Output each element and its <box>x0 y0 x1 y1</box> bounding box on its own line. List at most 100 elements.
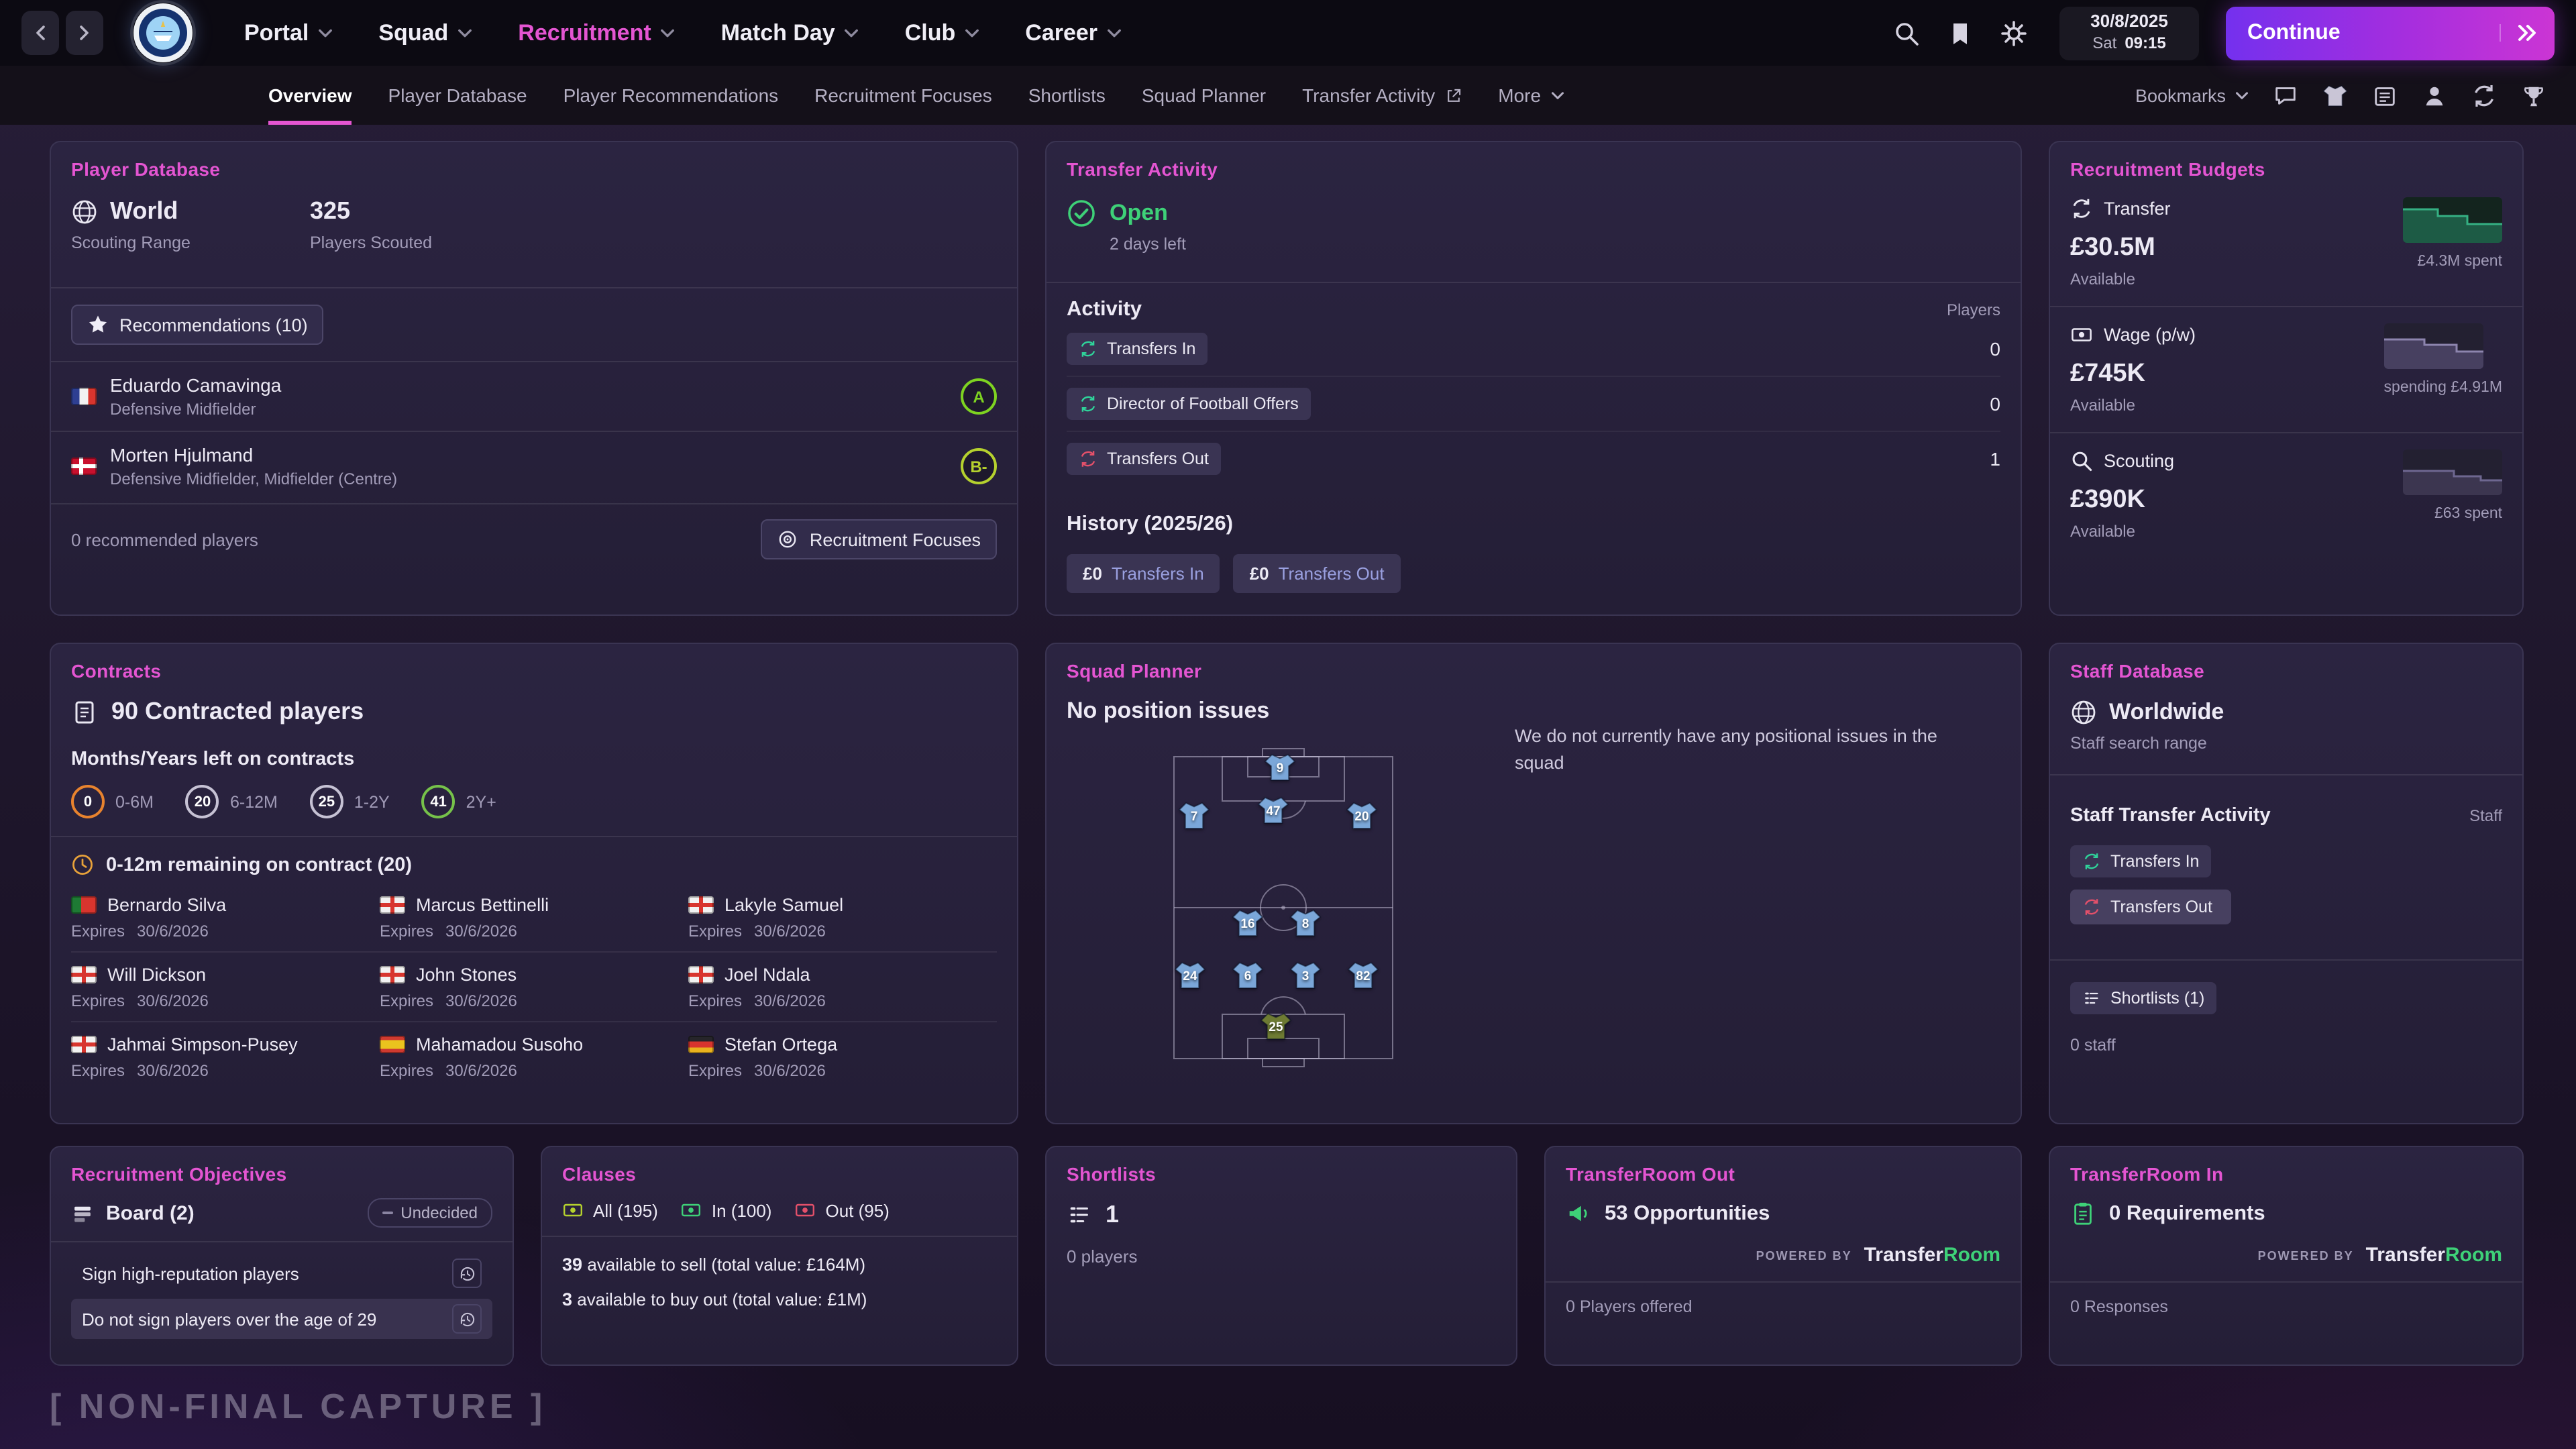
menu-squad[interactable]: Squad <box>378 19 472 46</box>
tab-overview[interactable]: Overview <box>268 66 352 125</box>
pitch-shirt[interactable]: 82 <box>1347 961 1379 990</box>
competitions-button[interactable] <box>2521 83 2546 108</box>
contract-player[interactable]: Lakyle Samuel Expires30/6/2026 <box>688 895 997 941</box>
player-name: Morten Hjulmand <box>110 444 397 466</box>
chevron-left-icon <box>34 25 46 41</box>
menu-career[interactable]: Career <box>1025 19 1122 46</box>
contract-player[interactable]: Mahamadou Susoho Expires30/6/2026 <box>380 1034 688 1080</box>
dash-icon <box>382 1212 392 1214</box>
menu-club[interactable]: Club <box>905 19 980 46</box>
clauses-filter-in[interactable]: In (100) <box>681 1199 772 1221</box>
flag-germany-icon <box>688 1036 714 1053</box>
club-badge[interactable] <box>133 3 193 63</box>
back-button[interactable] <box>21 11 59 55</box>
money-icon <box>562 1199 584 1221</box>
recruitment-focuses-button[interactable]: Recruitment Focuses <box>761 519 997 559</box>
tab-player-recommendations[interactable]: Player Recommendations <box>564 66 779 125</box>
bookmark-button[interactable] <box>1947 19 1974 46</box>
scouting-button[interactable] <box>2422 83 2447 108</box>
squad-button[interactable] <box>2322 83 2348 108</box>
pitch-shirt[interactable]: 47 <box>1257 796 1289 825</box>
transfers-in-button[interactable]: Transfers In <box>1067 333 1208 365</box>
contract-player[interactable]: Will Dickson Expires30/6/2026 <box>71 965 380 1010</box>
tab-more[interactable]: More <box>1498 66 1564 125</box>
dashboard: Player Database World Scouting Range 325… <box>0 125 2576 1449</box>
clauses-filter-out[interactable]: Out (95) <box>794 1199 889 1221</box>
staff-shortlists-button[interactable]: Shortlists (1) <box>2070 982 2216 1014</box>
tab-player-database[interactable]: Player Database <box>388 66 527 125</box>
bookmarks-label: Bookmarks <box>2135 85 2226 105</box>
pitch-shirt[interactable]: 3 <box>1289 961 1322 990</box>
divider <box>51 361 1017 362</box>
recruitment-budgets-title[interactable]: Recruitment Budgets <box>2070 158 2502 180</box>
transfer-activity-title[interactable]: Transfer Activity <box>1067 158 2000 180</box>
staff-transfers-in-button[interactable]: Transfers In <box>2070 845 2211 877</box>
tab-shortlists[interactable]: Shortlists <box>1028 66 1106 125</box>
pitch-shirt[interactable]: 9 <box>1264 753 1296 782</box>
pitch-shirt[interactable]: 16 <box>1232 908 1264 938</box>
contract-player[interactable]: Jahmai Simpson-Pusey Expires30/6/2026 <box>71 1034 380 1080</box>
pitch-shirt-goalkeeper[interactable]: 25 <box>1260 1012 1292 1041</box>
objective-row[interactable]: Do not sign players over the age of 29 <box>71 1299 492 1339</box>
squad-planner-title[interactable]: Squad Planner <box>1067 660 2000 682</box>
transfers-out-button[interactable]: Transfers Out <box>1067 443 1221 475</box>
contract-player[interactable]: Marcus Bettinelli Expires30/6/2026 <box>380 895 688 941</box>
contract-player[interactable]: John Stones Expires30/6/2026 <box>380 965 688 1010</box>
search-button[interactable] <box>1893 19 1920 46</box>
player-database-title[interactable]: Player Database <box>71 158 997 180</box>
contracts-title[interactable]: Contracts <box>71 660 997 682</box>
history-transfers-out-button[interactable]: £0 Transfers Out <box>1234 554 1401 593</box>
dof-offers-button[interactable]: Director of Football Offers <box>1067 388 1311 420</box>
objective-history-button[interactable] <box>452 1258 482 1288</box>
recommendations-button[interactable]: Recommendations (10) <box>71 305 324 345</box>
menu-match-day[interactable]: Match Day <box>721 19 859 46</box>
clauses-title[interactable]: Clauses <box>562 1163 997 1185</box>
staff-transfers-out-button[interactable]: Transfers Out <box>2070 890 2231 924</box>
pitch-shirt[interactable]: 20 <box>1346 801 1378 830</box>
contract-player[interactable]: Bernardo Silva Expires30/6/2026 <box>71 895 380 941</box>
pitch-shirt[interactable]: 8 <box>1289 908 1322 938</box>
transferroom-out-title[interactable]: TransferRoom Out <box>1566 1163 2000 1185</box>
tab-transfer-activity[interactable]: Transfer Activity <box>1302 66 1462 125</box>
shirt-number: 9 <box>1264 762 1296 777</box>
contract-player[interactable]: Stefan Ortega Expires30/6/2026 <box>688 1034 997 1080</box>
news-button[interactable] <box>2372 83 2398 108</box>
bucket-label: 6-12M <box>230 792 278 811</box>
continue-button[interactable]: Continue <box>2226 6 2555 60</box>
staff-database-title[interactable]: Staff Database <box>2070 660 2502 682</box>
history-transfers-in-button[interactable]: £0 Transfers In <box>1067 554 1220 593</box>
menu-portal[interactable]: Portal <box>244 19 333 46</box>
sync-button[interactable] <box>2471 83 2497 108</box>
forward-button[interactable] <box>66 11 103 55</box>
transfer-offer-icon <box>1079 394 1097 413</box>
recruitment-objectives-title[interactable]: Recruitment Objectives <box>71 1163 492 1185</box>
shirt-number: 25 <box>1260 1021 1292 1036</box>
brand-part-2: Room <box>1943 1244 2000 1267</box>
shortlists-title[interactable]: Shortlists <box>1067 1163 1496 1185</box>
objective-history-button[interactable] <box>452 1304 482 1334</box>
contract-player[interactable]: Joel Ndala Expires30/6/2026 <box>688 965 997 1010</box>
menu-recruitment[interactable]: Recruitment <box>518 19 675 46</box>
tab-label: Player Recommendations <box>564 85 779 106</box>
transferroom-in-title[interactable]: TransferRoom In <box>2070 1163 2502 1185</box>
pitch-shirt[interactable]: 6 <box>1232 961 1264 990</box>
clauses-filter-all[interactable]: All (195) <box>562 1199 658 1221</box>
dof-offers-count: 0 <box>1990 393 2000 415</box>
undecided-label: Undecided <box>400 1203 478 1222</box>
bookmarks-dropdown[interactable]: Bookmarks <box>2135 85 2249 105</box>
objective-row[interactable]: Sign high-reputation players <box>71 1253 492 1293</box>
inbox-button[interactable] <box>2273 83 2298 108</box>
flag-england-icon <box>380 966 405 983</box>
recommended-player-row[interactable]: Morten Hjulmand Defensive Midfielder, Mi… <box>71 444 997 488</box>
recommended-player-row[interactable]: Eduardo Camavinga Defensive Midfielder A <box>71 374 997 419</box>
pitch-shirt[interactable]: 7 <box>1178 801 1210 830</box>
tab-squad-planner[interactable]: Squad Planner <box>1142 66 1266 125</box>
shirt-number: 8 <box>1289 918 1322 932</box>
expiring-contracts-grid: Bernardo Silva Expires30/6/2026 Marcus B… <box>71 883 997 1091</box>
player-position: Defensive Midfielder <box>110 400 281 419</box>
bucket-2y-plus: 41 2Y+ <box>422 785 496 818</box>
pitch-shirt[interactable]: 24 <box>1174 961 1206 990</box>
settings-button[interactable] <box>2000 19 2027 46</box>
shirt-number: 47 <box>1257 805 1289 820</box>
tab-recruitment-focuses[interactable]: Recruitment Focuses <box>814 66 992 125</box>
